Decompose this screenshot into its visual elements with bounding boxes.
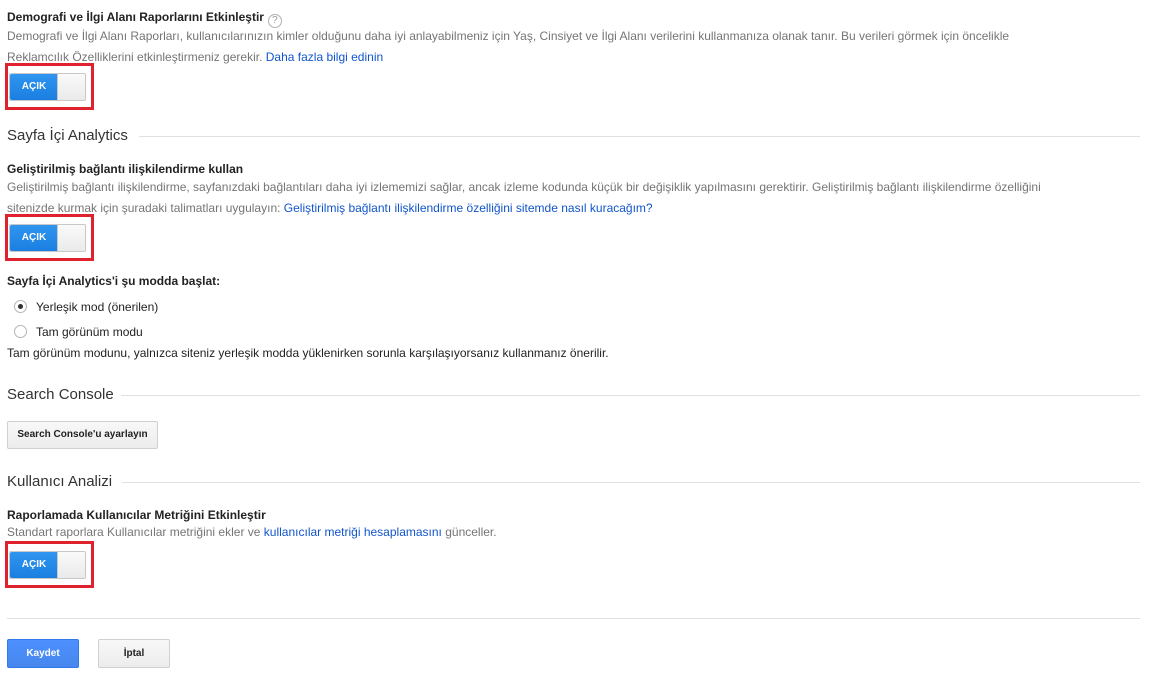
radio-embedded-mode[interactable]: Yerleşik mod (önerilen) bbox=[14, 299, 158, 315]
radio-embedded-label: Yerleşik mod (önerilen) bbox=[36, 300, 159, 314]
mode-note: Tam görünüm modunu, yalnızca siteniz yer… bbox=[7, 346, 609, 360]
demographics-toggle[interactable]: AÇIK bbox=[9, 73, 86, 101]
demographics-description: Demografi ve İlgi Alanı Raporları, kulla… bbox=[7, 26, 1147, 68]
radio-checked-icon[interactable] bbox=[14, 300, 27, 313]
radio-full-view-label: Tam görünüm modu bbox=[36, 325, 143, 339]
users-metric-description: Standart raporlara Kullanıcılar metriğin… bbox=[7, 522, 497, 543]
enhanced-link-title: Geliştirilmiş bağlantı ilişkilendirme ku… bbox=[7, 162, 244, 176]
learn-more-link[interactable]: Daha fazla bilgi edinin bbox=[266, 50, 383, 64]
demographics-desc-text: Reklamcılık Özelliklerini etkinleştirmen… bbox=[7, 50, 263, 64]
toggle-knob bbox=[57, 74, 85, 100]
enhanced-link-toggle-highlight: AÇIK bbox=[5, 214, 94, 261]
demographics-toggle-highlight: AÇIK bbox=[5, 63, 94, 110]
enhanced-link-toggle[interactable]: AÇIK bbox=[9, 224, 86, 252]
enhanced-link-description: Geliştirilmiş bağlantı ilişkilendirme, s… bbox=[7, 177, 1147, 219]
save-button[interactable]: Kaydet bbox=[7, 639, 79, 668]
user-analysis-section-title: Kullanıcı Analizi bbox=[7, 473, 113, 490]
section-divider bbox=[139, 136, 1140, 137]
users-metric-desc-suffix: günceller. bbox=[445, 525, 497, 539]
enhanced-link-desc-line2: sitenizde kurmak için şuradaki talimatla… bbox=[7, 198, 1147, 219]
users-metric-calc-link[interactable]: kullanıcılar metriği hesaplamasını bbox=[264, 525, 442, 539]
section-divider bbox=[121, 395, 1140, 396]
demographics-title-text: Demografi ve İlgi Alanı Raporlarını Etki… bbox=[7, 10, 264, 24]
toggle-knob bbox=[57, 225, 85, 251]
demographics-desc-line2: Reklamcılık Özelliklerini etkinleştirmen… bbox=[7, 47, 1147, 68]
radio-unchecked-icon[interactable] bbox=[14, 325, 27, 338]
toggle-on-label: AÇIK bbox=[10, 225, 58, 251]
setup-search-console-button[interactable]: Search Console'u ayarlayın bbox=[7, 421, 158, 449]
in-page-analytics-section-title: Sayfa İçi Analytics bbox=[7, 127, 128, 144]
enhanced-link-desc-text: sitenizde kurmak için şuradaki talimatla… bbox=[7, 201, 281, 215]
users-metric-toggle[interactable]: AÇIK bbox=[9, 551, 86, 579]
users-metric-desc-prefix: Standart raporlara Kullanıcılar metriğin… bbox=[7, 525, 261, 539]
section-divider bbox=[122, 482, 1140, 483]
radio-full-view-mode[interactable]: Tam görünüm modu bbox=[14, 324, 143, 340]
toggle-on-label: AÇIK bbox=[10, 74, 58, 100]
users-metric-title: Raporlamada Kullanıcılar Metriğini Etkin… bbox=[7, 508, 266, 522]
enhanced-link-desc-line1: Geliştirilmiş bağlantı ilişkilendirme, s… bbox=[7, 180, 1041, 194]
users-metric-toggle-highlight: AÇIK bbox=[5, 541, 94, 588]
cancel-button[interactable]: İptal bbox=[98, 639, 170, 668]
footer-divider bbox=[7, 618, 1140, 619]
demographics-desc-line1: Demografi ve İlgi Alanı Raporları, kulla… bbox=[7, 29, 1010, 43]
toggle-on-label: AÇIK bbox=[10, 552, 58, 578]
in-page-mode-title: Sayfa İçi Analytics'i şu modda başlat: bbox=[7, 274, 221, 288]
enhanced-link-help-link[interactable]: Geliştirilmiş bağlantı ilişkilendirme öz… bbox=[284, 201, 653, 215]
search-console-section-title: Search Console bbox=[7, 386, 114, 403]
toggle-knob bbox=[57, 552, 85, 578]
